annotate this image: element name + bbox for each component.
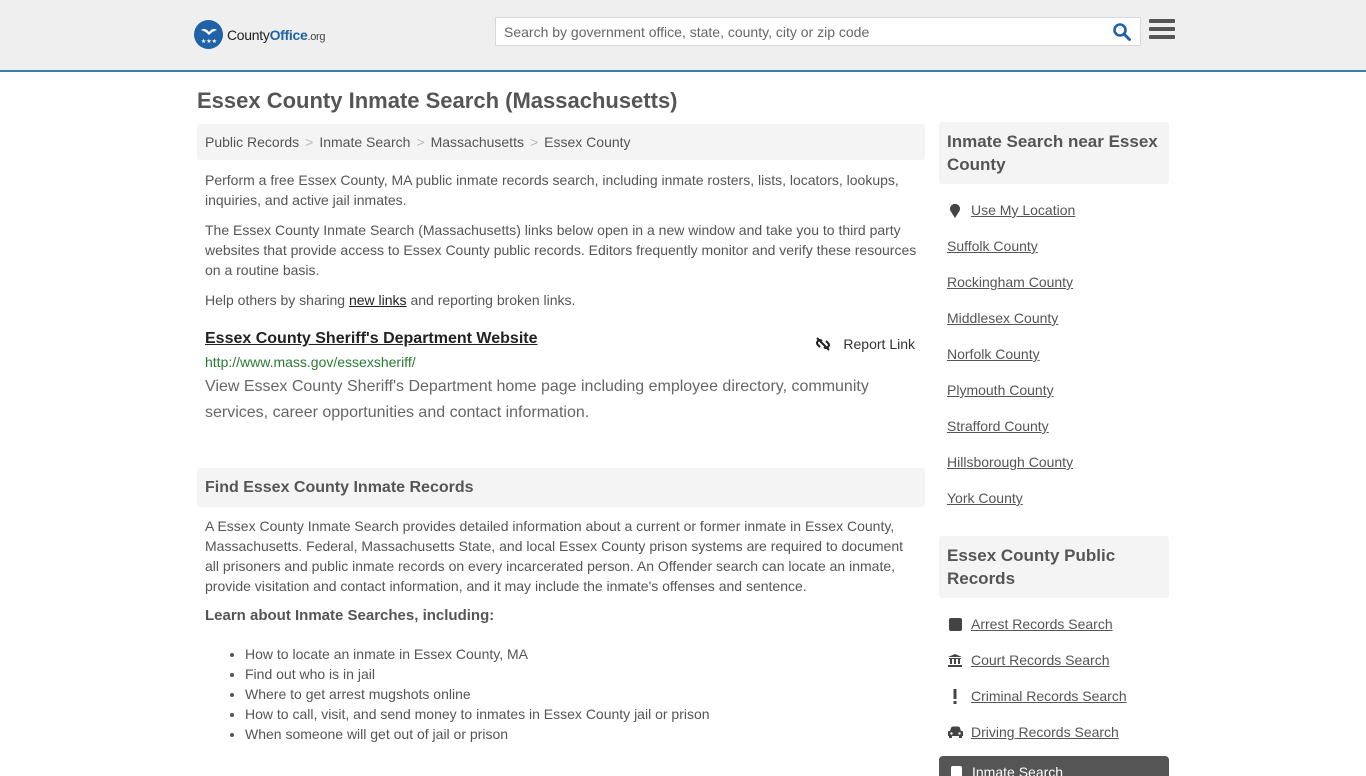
nearby-item[interactable]: Rockingham County bbox=[947, 264, 1161, 300]
breadcrumb-inmate-search[interactable]: Inmate Search bbox=[319, 134, 410, 150]
breadcrumb-massachusetts[interactable]: Massachusetts bbox=[431, 134, 524, 150]
listing-title-link[interactable]: Essex County Sheriff's Department Websit… bbox=[205, 330, 537, 347]
nearby-item[interactable]: Plymouth County bbox=[947, 372, 1161, 408]
nearby-county-link[interactable]: Middlesex County bbox=[947, 310, 1058, 326]
square-icon bbox=[947, 617, 963, 631]
map-pin-icon bbox=[947, 203, 963, 218]
report-link-button[interactable]: Report Link bbox=[815, 336, 915, 352]
new-links-link[interactable]: new links bbox=[349, 292, 407, 308]
main-content: Public Records > Inmate Search > Massachus… bbox=[197, 124, 925, 744]
records-item[interactable]: Arrest Records Search bbox=[947, 606, 1161, 642]
intro-paragraph-3: Help others by sharing new links and rep… bbox=[197, 290, 925, 310]
listing-description: View Essex County Sheriff's Department h… bbox=[205, 378, 869, 421]
nearby-county-link[interactable]: Rockingham County bbox=[947, 274, 1073, 290]
nearby-county-link[interactable]: Norfolk County bbox=[947, 346, 1040, 362]
breadcrumb-separator: > bbox=[305, 134, 314, 150]
listing-url[interactable]: http://www.mass.gov/essexsheriff/ bbox=[205, 354, 917, 370]
page-title: Essex County Inmate Search (Massachusett… bbox=[197, 88, 678, 113]
arrest-records-link[interactable]: Arrest Records Search bbox=[971, 616, 1113, 632]
site-logo[interactable]: ★★★ CountyOffice.org bbox=[194, 20, 326, 49]
breadcrumb-separator: > bbox=[416, 134, 425, 150]
logo-suffix: .org bbox=[307, 30, 326, 43]
courthouse-icon bbox=[947, 653, 963, 667]
learn-list-item: How to call, visit, and send money to in… bbox=[245, 704, 925, 724]
learn-list-item: How to locate an inmate in Essex County,… bbox=[245, 644, 925, 664]
nearby-item[interactable]: York County bbox=[947, 480, 1161, 516]
nearby-county-link[interactable]: Hillsborough County bbox=[947, 454, 1073, 470]
car-icon bbox=[947, 726, 963, 738]
logo-prefix: County bbox=[227, 26, 270, 43]
records-heading: Essex County Public Records bbox=[939, 536, 1169, 598]
share-text-suffix: and reporting broken links. bbox=[406, 292, 576, 308]
learn-subheading: Learn about Inmate Searches, including: bbox=[205, 607, 495, 624]
breadcrumb-public-records[interactable]: Public Records bbox=[205, 134, 299, 150]
nearby-heading: Inmate Search near Essex County bbox=[939, 122, 1169, 184]
records-item[interactable]: Court Records Search bbox=[947, 642, 1161, 678]
nearby-item[interactable]: Middlesex County bbox=[947, 300, 1161, 336]
listing-item: Essex County Sheriff's Department Websit… bbox=[197, 330, 925, 426]
find-section-body: A Essex County Inmate Search provides de… bbox=[205, 518, 903, 594]
use-location-item[interactable]: Use My Location bbox=[947, 192, 1161, 228]
sidebar: Inmate Search near Essex County Use My L… bbox=[939, 122, 1169, 776]
nearby-county-link[interactable]: Plymouth County bbox=[947, 382, 1054, 398]
logo-text: CountyOffice.org bbox=[227, 26, 326, 43]
court-records-link[interactable]: Court Records Search bbox=[971, 652, 1110, 668]
nearby-item[interactable]: Norfolk County bbox=[947, 336, 1161, 372]
breadcrumb-essex-county[interactable]: Essex County bbox=[544, 134, 630, 150]
use-my-location-link[interactable]: Use My Location bbox=[971, 202, 1075, 218]
intro-paragraph-2: The Essex County Inmate Search (Massachu… bbox=[205, 222, 917, 278]
records-list: Arrest Records Search Court Records Sear… bbox=[939, 606, 1169, 750]
inmate-search-link[interactable]: Inmate Search bbox=[972, 764, 1063, 776]
find-section-heading: Find Essex County Inmate Records bbox=[197, 468, 925, 507]
nearby-county-link[interactable]: Suffolk County bbox=[947, 238, 1038, 254]
learn-list: How to locate an inmate in Essex County,… bbox=[197, 644, 925, 744]
search-input[interactable] bbox=[496, 18, 1096, 45]
nearby-county-link[interactable]: York County bbox=[947, 490, 1023, 506]
broken-link-icon bbox=[816, 337, 831, 351]
search-bar bbox=[495, 17, 1141, 46]
report-link-label: Report Link bbox=[843, 336, 915, 352]
learn-list-item: Find out who is in jail bbox=[245, 664, 925, 684]
nearby-item[interactable]: Hillsborough County bbox=[947, 444, 1161, 480]
driving-records-link[interactable]: Driving Records Search bbox=[971, 724, 1119, 740]
search-button[interactable] bbox=[1112, 22, 1134, 42]
exclamation-icon bbox=[947, 688, 963, 704]
learn-list-item: Where to get arrest mugshots online bbox=[245, 684, 925, 704]
svg-text:★★★: ★★★ bbox=[200, 38, 216, 45]
site-header: ★★★ CountyOffice.org bbox=[0, 0, 1366, 72]
eagle-logo-icon: ★★★ bbox=[194, 20, 223, 49]
nearby-item[interactable]: Suffolk County bbox=[947, 228, 1161, 264]
nearby-item[interactable]: Strafford County bbox=[947, 408, 1161, 444]
breadcrumb: Public Records > Inmate Search > Massachus… bbox=[197, 124, 925, 160]
intro-paragraph-1: Perform a free Essex County, MA public i… bbox=[205, 172, 899, 208]
hamburger-menu-icon[interactable] bbox=[1149, 19, 1175, 41]
share-text: Help others by sharing bbox=[205, 292, 349, 308]
learn-list-item: When someone will get out of jail or pri… bbox=[245, 724, 925, 744]
search-icon bbox=[1113, 23, 1131, 41]
breadcrumb-separator: > bbox=[529, 134, 539, 150]
records-item[interactable]: Driving Records Search bbox=[947, 714, 1161, 750]
nearby-list: Use My Location Suffolk County Rockingha… bbox=[939, 192, 1169, 516]
records-item-active[interactable]: Inmate Search bbox=[939, 756, 1169, 776]
nearby-county-link[interactable]: Strafford County bbox=[947, 418, 1049, 434]
criminal-records-link[interactable]: Criminal Records Search bbox=[971, 688, 1127, 704]
records-item[interactable]: Criminal Records Search bbox=[947, 678, 1161, 714]
logo-bold: Office bbox=[269, 26, 308, 43]
